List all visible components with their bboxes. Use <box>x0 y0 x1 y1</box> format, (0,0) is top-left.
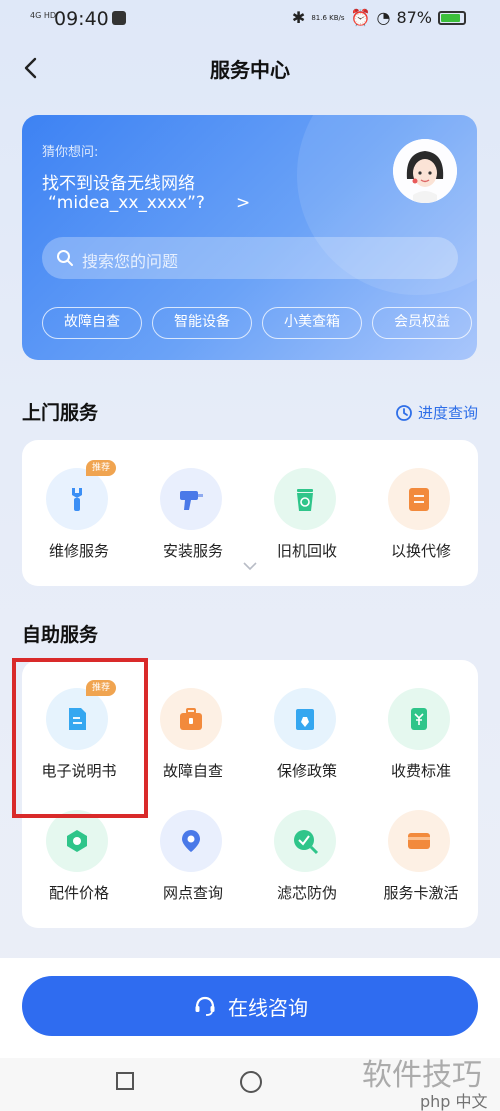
network-speed: 81.6 KB/s <box>311 13 345 22</box>
status-right: ✱ 81.6 KB/s ⏰ ◔ 87% <box>292 8 466 27</box>
status-bar: 4G HD 09:40 ✱ 81.6 KB/s ⏰ ◔ 87% <box>0 0 500 40</box>
assistant-avatar[interactable] <box>393 139 457 203</box>
self-item-filter-check[interactable]: 滤芯防伪 <box>250 796 364 932</box>
exchange-icon <box>409 488 429 511</box>
onsite-item-install[interactable]: 安装服务 <box>136 440 250 576</box>
avatar-icon <box>393 139 457 203</box>
progress-query-label: 进度查询 <box>417 404 478 422</box>
outlet-icon-circle <box>160 810 222 872</box>
watermark-logo: php 中文网 <box>420 1092 488 1111</box>
recent-apps-button[interactable] <box>116 1072 134 1090</box>
chip-member-benefits[interactable]: 会员权益 <box>372 307 472 339</box>
quick-chips: 故障自查 智能设备 小美查箱 会员权益 <box>42 307 472 339</box>
drill-icon <box>180 491 203 510</box>
message-icon <box>112 11 126 25</box>
self-item-label: 故障自查 <box>162 762 223 780</box>
self-service-section-title: 自助服务 <box>22 624 99 646</box>
self-item-label: 收费标准 <box>390 762 451 780</box>
self-item-fault-check[interactable]: 故障自查 <box>136 660 250 796</box>
shield-doc-icon <box>296 709 314 730</box>
battery-icon <box>438 10 466 25</box>
online-consult-label: 在线咨询 <box>228 995 308 1020</box>
onsite-item-exchange[interactable]: 以换代修 <box>364 440 478 576</box>
onsite-item-label: 维修服务 <box>48 542 109 560</box>
onsite-grid: 推荐 维修服务 安装服务 旧机回收 以换代修 <box>22 440 478 576</box>
self-item-warranty[interactable]: 保修政策 <box>250 660 364 796</box>
status-time: 09:40 <box>54 8 109 30</box>
self-item-label: 配件价格 <box>48 884 109 902</box>
card-icon <box>408 833 430 849</box>
recycle-icon-circle <box>274 468 336 530</box>
self-item-card-activate[interactable]: 服务卡激活 <box>364 796 478 932</box>
install-icon-circle <box>160 468 222 530</box>
onsite-item-label: 以换代修 <box>390 542 451 560</box>
self-item-label: 保修政策 <box>276 762 337 780</box>
online-consult-button[interactable]: 在线咨询 <box>22 976 478 1036</box>
onsite-item-recycle[interactable]: 旧机回收 <box>250 440 364 576</box>
search-input[interactable]: 搜索您的问题 <box>82 248 178 272</box>
onsite-card: 推荐 维修服务 安装服务 旧机回收 以换代修 <box>22 440 478 586</box>
header: 服务中心 <box>0 48 500 88</box>
location-icon <box>182 830 200 852</box>
recycle-bin-icon <box>297 489 313 511</box>
onsite-item-label: 安装服务 <box>162 542 223 560</box>
part-icon <box>67 830 87 852</box>
chip-xiaomei[interactable]: 小美查箱 <box>262 307 362 339</box>
chevron-down-icon[interactable] <box>242 560 258 572</box>
suggested-question-detail[interactable]: “midea_xx_xxxx”? <box>48 193 205 213</box>
self-item-label: 服务卡激活 <box>383 884 459 902</box>
parts-icon-circle <box>46 810 108 872</box>
suggested-question[interactable]: 找不到设备无线网络 <box>42 169 195 194</box>
wifi-icon: ◔ <box>376 8 391 27</box>
progress-query-link[interactable]: 进度查询 <box>395 402 478 423</box>
network-indicator: 4G HD <box>30 11 57 20</box>
toolbox-icon <box>180 708 202 730</box>
price-icon <box>411 708 427 730</box>
bluetooth-icon: ✱ <box>291 8 306 27</box>
search-bar[interactable]: 搜索您的问题 <box>42 237 458 279</box>
self-item-label: 滤芯防伪 <box>276 884 337 902</box>
search-icon <box>57 250 73 266</box>
fault-icon-circle <box>160 688 222 750</box>
battery-percent: 87% <box>396 8 432 27</box>
onsite-item-label: 旧机回收 <box>276 542 337 560</box>
chip-smart-devices[interactable]: 智能设备 <box>152 307 252 339</box>
headset-icon <box>195 996 215 1016</box>
self-item-fees[interactable]: 收费标准 <box>364 660 478 796</box>
page-title: 服务中心 <box>210 58 290 82</box>
self-item-outlet-query[interactable]: 网点查询 <box>136 796 250 932</box>
onsite-item-repair[interactable]: 推荐 维修服务 <box>22 440 136 576</box>
recommend-badge: 推荐 <box>86 460 116 476</box>
fees-icon-circle <box>388 688 450 750</box>
suggest-label: 猜你想问: <box>42 145 99 160</box>
wrench-icon <box>72 488 82 511</box>
alarm-icon: ⏰ <box>350 8 371 27</box>
repair-icon-circle <box>46 468 108 530</box>
onsite-section-title: 上门服务 <box>22 402 99 424</box>
card-icon-circle <box>388 810 450 872</box>
exchange-icon-circle <box>388 468 450 530</box>
hero-card: 猜你想问: 找不到设备无线网络 “midea_xx_xxxx”? > 搜索您的问… <box>22 115 477 360</box>
highlight-box <box>12 658 148 818</box>
clock-icon <box>396 404 412 421</box>
warranty-icon-circle <box>274 688 336 750</box>
chip-fault-check[interactable]: 故障自查 <box>42 307 142 339</box>
filter-check-icon <box>294 830 319 855</box>
filter-icon-circle <box>274 810 336 872</box>
self-item-label: 网点查询 <box>162 884 223 902</box>
home-button[interactable] <box>240 1071 262 1093</box>
chevron-right-icon[interactable]: > <box>236 193 250 213</box>
